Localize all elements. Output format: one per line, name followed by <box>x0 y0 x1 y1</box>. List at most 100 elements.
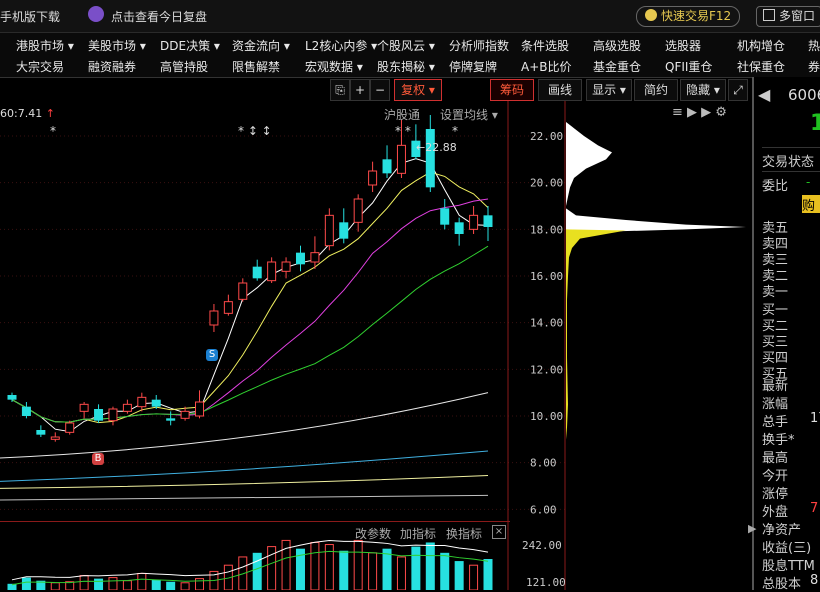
volume-bar <box>396 556 406 590</box>
y-tick-label: 8.00 <box>530 457 557 470</box>
chips-button[interactable]: 筹码 <box>490 79 534 101</box>
y-tick-label: 16.00 <box>530 270 563 283</box>
menu-item[interactable]: 港股市场 ▾ <box>16 37 74 54</box>
volume-bar <box>94 578 104 590</box>
switch-indicator-button[interactable]: 换指标 <box>446 525 482 542</box>
candle-body <box>267 261 277 282</box>
event-marker[interactable]: * ↕ ↕ <box>238 124 272 138</box>
simple-mode-button[interactable]: 简约 <box>634 79 678 101</box>
indicator-bar: 改参数 加指标 换指标 × <box>0 521 510 544</box>
candle-body <box>180 410 190 419</box>
candle-body <box>166 418 176 421</box>
ma-line <box>0 494 489 501</box>
menu-item[interactable]: 基金重仓 <box>593 58 641 75</box>
lock-icon[interactable]: ⎘ <box>330 79 350 101</box>
stat-value: 8 <box>810 573 819 588</box>
collapse-arrow-icon[interactable]: ▶ <box>748 522 756 535</box>
shanghai-connect-label[interactable]: 沪股通 <box>384 106 420 123</box>
candle-body <box>79 403 89 412</box>
candle-body <box>122 403 132 412</box>
menu-item[interactable]: A+B比价 <box>521 58 572 75</box>
candle-body <box>310 252 320 263</box>
menu-item[interactable]: DDE决策 ▾ <box>160 37 220 54</box>
menu-item[interactable]: 个股风云 ▾ <box>377 37 435 54</box>
volume-bar <box>339 550 349 590</box>
menu-item[interactable]: L2核心内参 ▾ <box>305 37 377 54</box>
stat-value: 17 <box>810 411 820 426</box>
y-tick-label: 14.00 <box>530 317 563 330</box>
event-marker[interactable]: * * <box>395 124 411 138</box>
ma-line <box>11 245 489 423</box>
menu-item[interactable]: 券 <box>808 58 820 75</box>
chart-side-icons[interactable]: ≡ ▶ ▶ ⚙ <box>672 105 727 120</box>
candle-body <box>324 214 334 247</box>
restore-rights-dropdown[interactable]: 复权 ▾ <box>394 79 442 101</box>
fullscreen-icon[interactable]: ⤢ <box>728 79 748 101</box>
back-arrow-icon[interactable]: ◀ <box>758 85 770 104</box>
stat-label: 今开 <box>762 469 789 484</box>
candlesticks <box>7 115 493 442</box>
ma-settings-dropdown[interactable]: 设置均线 ▾ <box>440 106 498 123</box>
menu-item[interactable]: 高管持股 <box>160 58 208 75</box>
candle-body <box>454 222 464 234</box>
menu-item[interactable]: 美股市场 ▾ <box>88 37 146 54</box>
ma-line <box>0 450 489 482</box>
candle-body <box>425 129 435 188</box>
chart-toolbar: ⎘ + − 复权 ▾ 筹码 画线 显示 ▾ 简约 隐藏 ▾ ⤢ <box>0 77 750 101</box>
menu-item[interactable]: 融资融券 <box>88 58 136 75</box>
candle-body <box>252 266 262 279</box>
candle-body <box>368 170 378 186</box>
stat-label: 涨停 <box>762 487 789 502</box>
volume-bar <box>425 542 435 590</box>
event-marker[interactable]: * <box>50 124 56 138</box>
stat-label: 涨幅 <box>762 397 789 412</box>
multi-window-button[interactable]: 多窗口 <box>756 6 820 27</box>
quick-trade-button[interactable]: 快速交易F12 <box>636 6 741 27</box>
stat-label: 外盘 <box>762 505 789 520</box>
sell-signal-marker[interactable]: S <box>206 349 218 361</box>
sell-level[interactable]: 卖一 <box>762 281 788 300</box>
menu-item[interactable]: 大宗交易 <box>16 58 64 75</box>
robot-icon <box>88 6 104 22</box>
change-params-button[interactable]: 改参数 <box>355 525 391 542</box>
volume-bar <box>79 575 89 590</box>
ma-line <box>0 475 489 489</box>
menu-item[interactable]: 宏观数据 ▾ <box>305 58 363 75</box>
menu-item[interactable]: 股东揭秘 ▾ <box>377 58 435 75</box>
menu-item[interactable]: 条件选股 <box>521 37 569 54</box>
stat-label: 收益(三) <box>762 541 812 556</box>
volume-bar <box>122 580 132 590</box>
stock-code: 6006 <box>788 86 820 104</box>
stat-label: 最高 <box>762 451 789 466</box>
buy-button[interactable]: 购 <box>802 195 820 214</box>
menu-item[interactable]: 机构增仓 <box>737 37 785 54</box>
event-marker[interactable]: * <box>452 124 458 138</box>
display-dropdown[interactable]: 显示 ▾ <box>586 79 632 101</box>
menu-item[interactable]: 热 <box>808 37 820 54</box>
menu-item[interactable]: 高级选股 <box>593 37 641 54</box>
volume-bar <box>368 552 378 590</box>
close-icon[interactable]: × <box>492 525 506 539</box>
menu-item[interactable]: 资金流向 ▾ <box>232 37 290 54</box>
menu-item[interactable]: QFII重仓 <box>665 58 712 75</box>
volume-bar <box>151 579 161 590</box>
draw-line-button[interactable]: 画线 <box>538 79 582 101</box>
zoom-out-icon[interactable]: − <box>370 79 390 101</box>
volume-bar <box>180 582 190 590</box>
daily-review-link[interactable]: 点击查看今日复盘 <box>111 8 207 25</box>
buy-signal-marker[interactable]: B <box>92 453 104 465</box>
zoom-in-icon[interactable]: + <box>350 79 370 101</box>
y-tick-label: 10.00 <box>530 410 563 423</box>
hide-dropdown[interactable]: 隐藏 ▾ <box>680 79 726 101</box>
add-indicator-button[interactable]: 加指标 <box>400 525 436 542</box>
menu-item[interactable]: 限售解禁 <box>232 58 280 75</box>
menu-item[interactable]: 停牌复牌 <box>449 58 497 75</box>
stat-label: 总股本 <box>762 577 802 592</box>
candle-body <box>483 215 493 227</box>
mobile-download-link[interactable]: 手机版下载 <box>0 8 60 25</box>
y-tick-label: 18.00 <box>530 223 563 236</box>
menu-item[interactable]: 分析师指数 <box>449 37 509 54</box>
menu-item[interactable]: 社保重仓 <box>737 58 785 75</box>
menu-item[interactable]: 选股器 <box>665 37 701 54</box>
kline-chart[interactable]: 6.00 8.00 10.00 12.00 14.00 16.00 18.00 20.00 22… <box>0 101 752 590</box>
